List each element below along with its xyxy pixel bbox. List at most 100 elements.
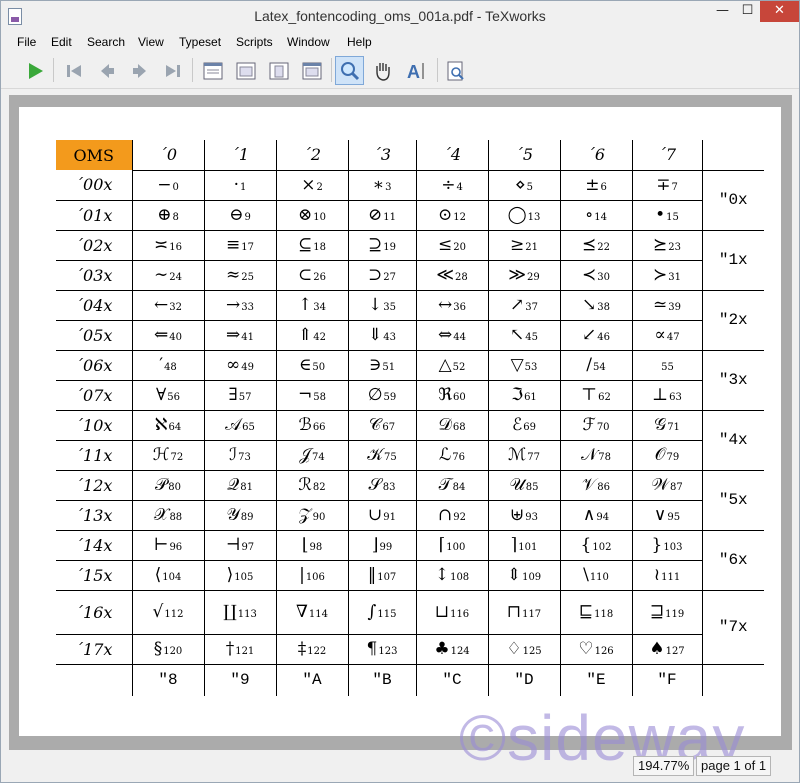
glyph-code: 30	[597, 272, 610, 283]
glyph-symbol: ℜ	[438, 385, 453, 405]
toolbar: A	[1, 54, 799, 89]
glyph-cell: ≥21	[487, 230, 560, 261]
glyph-cell: ♡126	[559, 634, 632, 665]
glyph-symbol: ↗	[510, 295, 525, 315]
group-label: "6x	[701, 529, 764, 591]
glyph-symbol: ⊔	[434, 602, 450, 622]
previous-page-icon[interactable]	[92, 56, 121, 85]
last-page-icon[interactable]	[158, 56, 187, 85]
bottom-column-header: "E	[559, 664, 632, 696]
fit-window-view-icon[interactable]	[297, 56, 326, 85]
row-label: ´01x	[56, 200, 132, 231]
next-page-icon[interactable]	[125, 56, 154, 85]
glyph-cell: ♢125	[487, 634, 560, 665]
glyph-cell: ‖107	[347, 560, 416, 591]
glyph-symbol: ⊤	[581, 385, 598, 405]
menu-edit[interactable]: Edit	[51, 35, 72, 49]
magnify-tool-icon[interactable]	[335, 56, 364, 85]
glyph-code: 16	[169, 242, 182, 253]
glyph-symbol: ⊃	[368, 265, 383, 285]
glyph-symbol: ≫	[508, 265, 527, 285]
fit-page-view-icon[interactable]	[264, 56, 293, 85]
typeset-play-icon[interactable]	[20, 56, 49, 85]
menu-typeset[interactable]: Typeset	[179, 35, 221, 49]
find-in-page-icon[interactable]	[441, 56, 470, 85]
glyph-code: 35	[383, 302, 396, 313]
glyph-code: 107	[377, 572, 397, 583]
glyph-symbol: ∪	[368, 505, 383, 525]
glyph-cell: ⊃27	[347, 260, 416, 291]
glyph-code: 77	[527, 452, 540, 463]
glyph-symbol: ⟨	[154, 565, 162, 585]
row-label: ´11x	[56, 440, 132, 471]
glyph-cell: ⟩105	[203, 560, 276, 591]
page-indicator[interactable]: page 1 of 1	[696, 756, 772, 776]
glyph-cell: †121	[203, 634, 276, 665]
column-header: ´7	[631, 140, 703, 171]
first-page-icon[interactable]	[59, 56, 88, 85]
zoom-level[interactable]: 194.77%	[633, 756, 695, 776]
glyph-code: 43	[383, 332, 396, 343]
glyph-code: 22	[597, 242, 610, 253]
glyph-cell: 𝒢71	[631, 410, 702, 441]
row-label: ´10x	[56, 410, 132, 441]
single-page-view-icon[interactable]	[198, 56, 227, 85]
glyph-symbol: 𝒞	[368, 415, 382, 435]
title-bar[interactable]: Latex_fontencoding_oms_001a.pdf - TeXwor…	[1, 1, 799, 32]
glyph-symbol: ↘	[582, 295, 597, 315]
glyph-symbol: ⊥	[652, 385, 669, 405]
glyph-cell: 𝒵90	[275, 500, 348, 531]
glyph-cell: ⪰23	[631, 230, 702, 261]
glyph-symbol: ⌋	[371, 535, 379, 555]
page-width-view-icon[interactable]	[231, 56, 260, 85]
glyph-code: 66	[312, 422, 326, 433]
glyph-code: 113	[237, 609, 257, 620]
maximize-button[interactable]: ☐	[735, 1, 760, 22]
glyph-symbol: ℋ	[152, 445, 170, 465]
glyph-code: 106	[305, 572, 325, 583]
glyph-cell: ⊙12	[415, 200, 488, 231]
glyph-symbol: ≥	[510, 235, 525, 255]
glyph-symbol: ∃	[228, 385, 238, 405]
menu-file[interactable]: File	[17, 35, 36, 49]
glyph-code: 32	[169, 302, 182, 313]
glyph-code: 85	[525, 482, 539, 493]
document-viewport[interactable]: OMS ´0 ´1 ´2 ´3 ´4 ´5 ´6 ´7 ´00x −0·1 ×2 ∗3 ÷4 ⋄5 ±6 ∓7 "…	[9, 95, 792, 774]
menu-search[interactable]: Search	[87, 35, 125, 49]
text-select-tool-icon[interactable]: A	[401, 56, 430, 85]
close-button[interactable]: ✕	[760, 1, 799, 22]
status-bar: 194.77% page 1 of 1	[1, 753, 799, 783]
glyph-code: 123	[378, 646, 398, 657]
glyph-symbol: \	[583, 565, 589, 585]
glyph-symbol: ⊘	[368, 205, 383, 225]
menu-help[interactable]: Help	[347, 35, 372, 49]
glyph-symbol: ↕	[434, 565, 450, 585]
glyph-cell: ℜ60	[415, 380, 488, 411]
glyph-code: 97	[241, 542, 255, 553]
bottom-column-header: "D	[487, 664, 560, 696]
glyph-symbol: ∗	[372, 175, 385, 195]
glyph-code: 73	[238, 452, 251, 463]
glyph-cell: 𝒯84	[415, 470, 488, 501]
glyph-code: 65	[242, 422, 255, 433]
glyph-symbol: }	[651, 535, 663, 555]
minimize-button[interactable]: —	[710, 1, 735, 22]
glyph-code: 41	[241, 332, 254, 343]
glyph-cell: ⌊98	[275, 530, 348, 561]
glyph-cell: 𝒰85	[487, 470, 560, 501]
glyph-code: 5	[526, 182, 534, 193]
glyph-symbol: ⊇	[368, 235, 383, 255]
hand-scroll-tool-icon[interactable]	[368, 56, 397, 85]
glyph-symbol: ♢	[506, 639, 522, 659]
glyph-symbol: 𝒱	[582, 475, 597, 495]
glyph-cell: ℳ77	[487, 440, 560, 471]
menu-scripts[interactable]: Scripts	[236, 35, 273, 49]
glyph-code: 119	[665, 609, 685, 620]
menu-view[interactable]: View	[138, 35, 164, 49]
glyph-symbol: ∋	[368, 355, 382, 375]
menu-window[interactable]: Window	[287, 35, 330, 49]
glyph-symbol: ≃	[653, 295, 668, 315]
glyph-cell: ∝47	[631, 320, 702, 351]
glyph-code: 54	[593, 362, 606, 373]
row-label: ´05x	[56, 320, 132, 351]
